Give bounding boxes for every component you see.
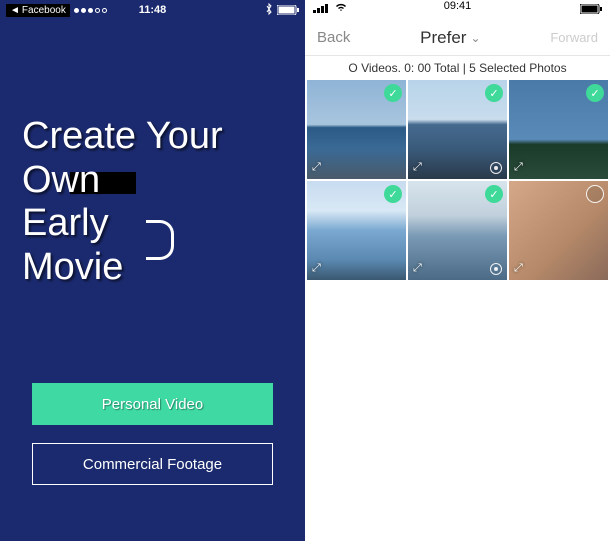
bluetooth-icon (265, 3, 273, 18)
personal-video-button[interactable]: Personal Video (32, 383, 273, 425)
expand-icon[interactable]: ⤢ (514, 262, 523, 275)
battery-icon (277, 5, 299, 15)
live-photo-icon (490, 162, 502, 174)
forward-button[interactable]: Forward (550, 30, 598, 45)
status-time: 11:48 (139, 4, 167, 16)
photo-item[interactable]: ✓ ⤢ (509, 80, 608, 179)
back-button[interactable]: Back (317, 29, 350, 46)
back-to-app[interactable]: ◄ Facebook (6, 4, 70, 17)
forward-label: Forward (550, 30, 598, 45)
photo-item[interactable]: ⤢ (509, 181, 608, 280)
hero-title: Create Your Own Early Movie (22, 115, 305, 290)
navigation-bar: Back Prefer ⌄ Forward (305, 20, 610, 56)
expand-icon[interactable]: ⤢ (413, 262, 422, 275)
selection-check-icon[interactable]: ✓ (384, 185, 402, 203)
button-label: Personal Video (102, 396, 203, 413)
photo-item[interactable]: ✓ ⤢ (307, 80, 406, 179)
expand-icon[interactable]: ⤢ (312, 262, 321, 275)
title-dropdown[interactable]: Prefer ⌄ (420, 28, 480, 48)
back-app-label: Facebook (22, 5, 66, 16)
photo-item[interactable]: ✓ ⤢ (307, 181, 406, 280)
expand-icon[interactable]: ⤢ (514, 161, 523, 174)
photo-picker-screen: 09:41 Back Prefer ⌄ Forward O Videos. 0:… (305, 0, 610, 541)
status-time: 09:41 (444, 0, 472, 12)
selection-check-icon[interactable]: ✓ (586, 84, 604, 102)
photo-item[interactable]: ✓ ⤢ (408, 80, 507, 179)
title-label: Prefer (420, 28, 466, 48)
chevron-down-icon: ⌄ (470, 31, 480, 45)
back-label: Back (317, 29, 350, 46)
signal-strength-icon (74, 8, 107, 13)
hero-line-1: Create Your Own (22, 115, 305, 202)
live-photo-icon (490, 263, 502, 275)
cellular-signal-icon (313, 4, 328, 13)
status-bar-left: ◄ Facebook 11:48 (0, 0, 305, 20)
selection-check-icon[interactable]: ✓ (485, 84, 503, 102)
welcome-screen: ◄ Facebook 11:48 Create Your Own Early M… (0, 0, 305, 541)
action-buttons: Personal Video Commercial Footage (32, 383, 273, 485)
selection-check-icon[interactable]: ✓ (485, 185, 503, 203)
photo-item[interactable]: ✓ ⤢ (408, 181, 507, 280)
commercial-footage-button[interactable]: Commercial Footage (32, 443, 273, 485)
hero-line-3: Movie (22, 246, 305, 290)
wifi-icon (335, 3, 347, 15)
hero-line-2: Early (22, 202, 305, 246)
status-bar-right: 09:41 (305, 0, 610, 20)
back-caret-icon: ◄ (10, 5, 20, 16)
expand-icon[interactable]: ⤢ (413, 161, 422, 174)
button-label: Commercial Footage (83, 456, 222, 473)
info-text: O Videos. 0: 00 Total | 5 Selected Photo… (348, 61, 566, 75)
photo-grid: ✓ ⤢ ✓ ⤢ ✓ ⤢ ✓ ⤢ ✓ ⤢ ⤢ (305, 80, 610, 280)
battery-icon (580, 4, 602, 17)
expand-icon[interactable]: ⤢ (312, 161, 321, 174)
selection-check-icon[interactable] (586, 185, 604, 203)
selection-check-icon[interactable]: ✓ (384, 84, 402, 102)
selection-info: O Videos. 0: 00 Total | 5 Selected Photo… (305, 56, 610, 80)
